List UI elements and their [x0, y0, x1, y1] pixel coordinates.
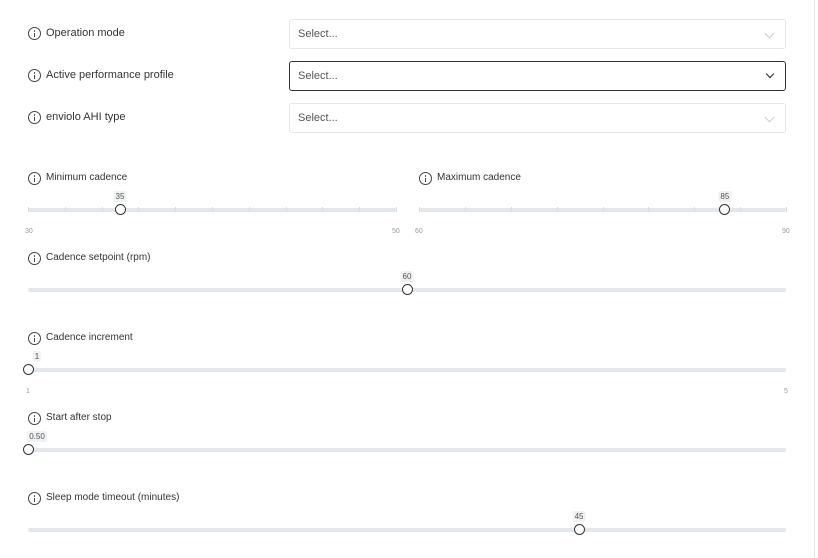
minimum-cadence-thumb[interactable] — [114, 204, 126, 215]
chevron-down-icon — [765, 69, 775, 79]
cadence-increment-min: 1 — [26, 388, 30, 395]
slider-tick — [740, 207, 742, 212]
slider-tick — [602, 207, 604, 212]
slider-tick — [464, 207, 466, 212]
maximum-cadence-value: 85 — [718, 191, 732, 202]
minimum-cadence-value: 35 — [113, 191, 127, 202]
chevron-down-icon — [764, 28, 775, 39]
operation-mode-label: Operation mode — [46, 27, 125, 39]
minimum-cadence-min: 30 — [25, 228, 33, 235]
slider-tick — [556, 207, 558, 212]
sleep-mode-timeout-slider[interactable]: 45 — [28, 511, 786, 535]
start-after-stop-label: Start after stop — [46, 412, 112, 423]
slider-tick — [138, 207, 140, 212]
slider-tick — [212, 207, 213, 212]
info-icon[interactable] — [28, 111, 41, 124]
slider-tick — [359, 207, 361, 212]
info-icon[interactable] — [28, 69, 41, 82]
info-icon[interactable] — [28, 27, 41, 40]
chevron-down-icon — [764, 112, 775, 123]
slider-tick — [648, 207, 650, 212]
maximum-cadence-max: 90 — [782, 228, 790, 235]
info-icon[interactable] — [28, 412, 41, 425]
sleep-mode-timeout-label: Sleep mode timeout (minutes) — [46, 492, 180, 503]
sleep-mode-timeout-thumb[interactable] — [573, 524, 585, 535]
info-icon[interactable] — [419, 172, 432, 185]
start-after-stop-slider[interactable]: 0.50 — [22, 431, 786, 455]
operation-mode-value: Select... — [298, 28, 338, 40]
active-performance-profile-label: Active performance profile — [46, 69, 174, 81]
enviolo-ahi-type-select[interactable]: Select... — [289, 103, 786, 133]
minimum-cadence-max: 50 — [392, 228, 400, 235]
settings-panel: Operation mode Select... Active performa… — [0, 0, 815, 558]
slider-tick — [64, 207, 66, 212]
slider-tick — [396, 207, 397, 212]
minimum-cadence-label: Minimum cadence — [46, 172, 128, 183]
cadence-setpoint-slider[interactable]: 60 — [28, 271, 786, 295]
cadence-setpoint-value: 60 — [400, 271, 414, 282]
enviolo-ahi-type-label: enviolo AHI type — [46, 111, 126, 123]
slider-tick — [175, 207, 177, 212]
active-performance-profile-value: Select... — [298, 70, 338, 82]
cadence-setpoint-label: Cadence setpoint (rpm) — [46, 252, 151, 263]
slider-tick — [322, 207, 324, 212]
cadence-increment-slider[interactable]: 1 — [22, 351, 786, 375]
slider-tick — [786, 207, 787, 212]
slider-tick — [285, 207, 287, 212]
info-icon[interactable] — [28, 492, 41, 505]
maximum-cadence-label: Maximum cadence — [437, 172, 521, 183]
start-after-stop-value: 0.50 — [27, 431, 47, 442]
maximum-cadence-min: 60 — [415, 228, 423, 235]
cadence-increment-thumb[interactable] — [22, 364, 34, 375]
maximum-cadence-slider[interactable]: 85 — [419, 191, 787, 215]
cadence-increment-value: 1 — [32, 351, 42, 362]
minimum-cadence-slider[interactable]: 35 — [28, 191, 397, 215]
cadence-increment-label: Cadence increment — [46, 332, 133, 343]
cadence-increment-max: 5 — [784, 388, 788, 395]
slider-tick — [28, 207, 29, 212]
active-performance-profile-select[interactable]: Select... — [289, 61, 786, 91]
info-icon[interactable] — [28, 172, 41, 185]
enviolo-ahi-type-value: Select... — [298, 112, 338, 124]
cadence-setpoint-thumb[interactable] — [401, 284, 413, 295]
slider-tick — [101, 207, 103, 212]
operation-mode-select[interactable]: Select... — [289, 19, 786, 49]
slider-tick — [248, 207, 250, 212]
info-icon[interactable] — [28, 332, 41, 345]
start-after-stop-thumb[interactable] — [22, 444, 34, 455]
sleep-mode-timeout-value: 45 — [572, 511, 586, 522]
maximum-cadence-thumb[interactable] — [719, 204, 731, 215]
slider-tick — [694, 207, 696, 212]
slider-tick — [419, 207, 420, 212]
info-icon[interactable] — [28, 252, 41, 265]
slider-tick — [510, 207, 512, 212]
